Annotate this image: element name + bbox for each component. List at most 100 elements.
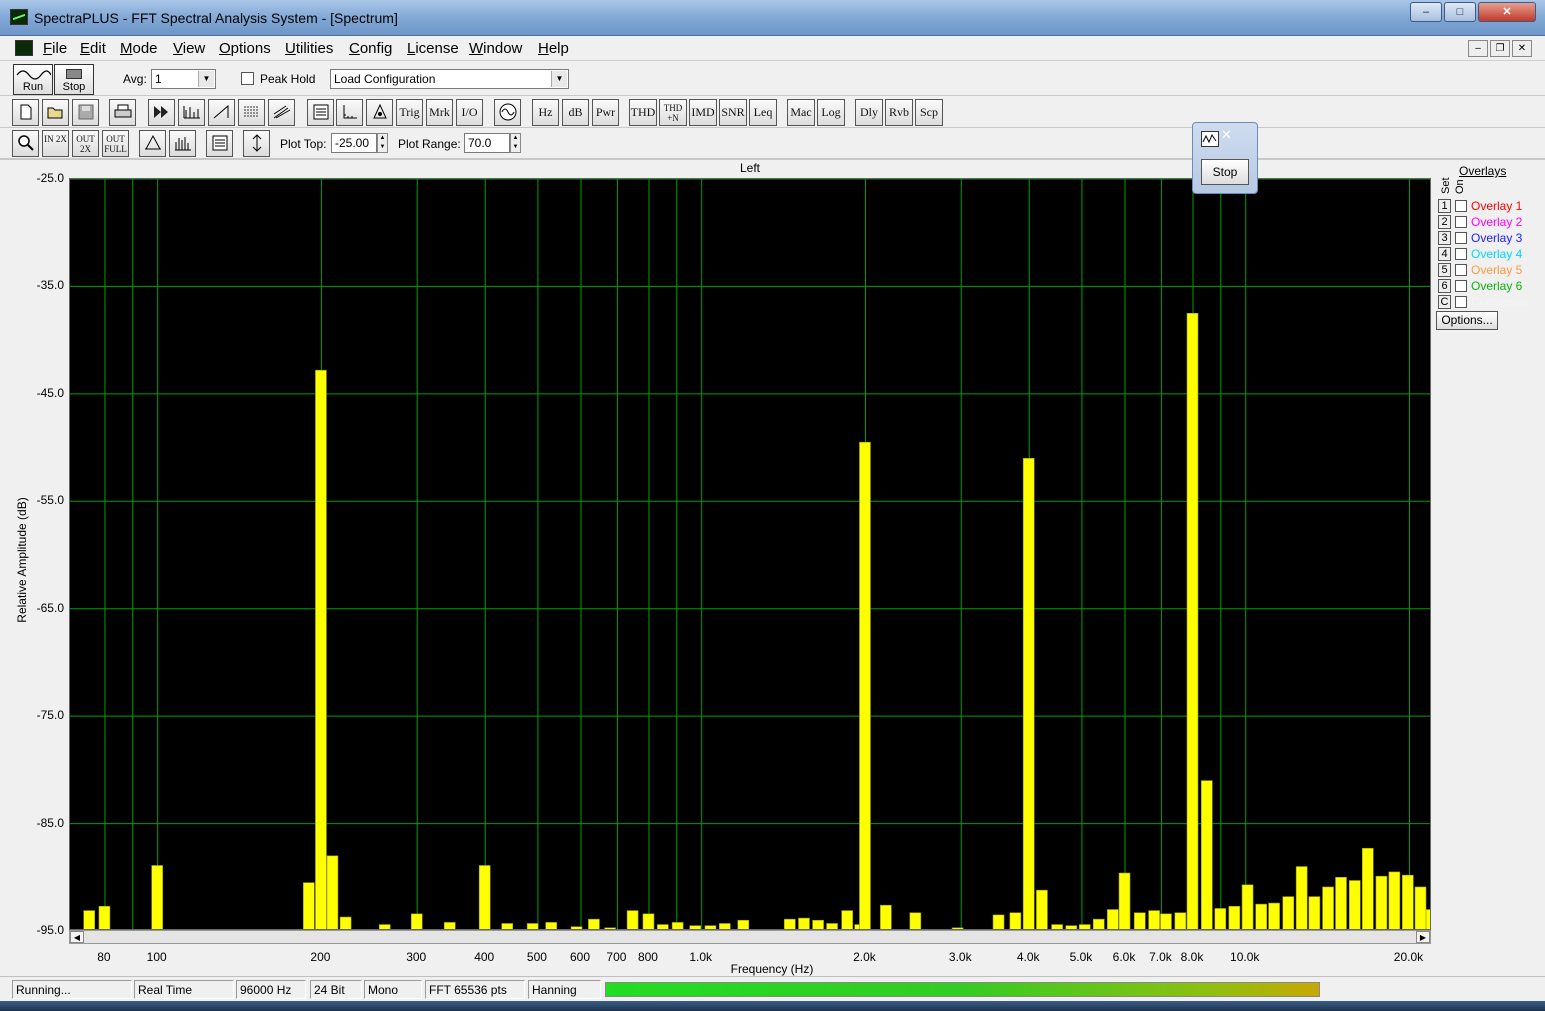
menu-help[interactable]: Help xyxy=(538,40,569,57)
menu-config[interactable]: Config xyxy=(349,40,392,57)
menu-mode[interactable]: Mode xyxy=(120,40,158,57)
overlay-on-checkbox[interactable] xyxy=(1455,280,1467,292)
overlays-title[interactable]: Overlays xyxy=(1459,164,1506,178)
minimize-button[interactable]: – xyxy=(1410,2,1442,22)
app-icon[interactable] xyxy=(10,9,28,25)
plot-range-input[interactable]: 70.0 xyxy=(464,133,510,153)
mini-stop-button[interactable]: Stop xyxy=(1201,159,1249,185)
peak-view-button[interactable] xyxy=(139,130,166,157)
hz-button[interactable]: Hz xyxy=(532,99,559,126)
overlay-set-button[interactable]: 6 xyxy=(1438,279,1451,293)
print-button[interactable] xyxy=(109,99,136,126)
avg-select[interactable]: 1 ▼ xyxy=(151,69,216,89)
macro-button[interactable]: Mac xyxy=(787,99,815,126)
settings-button[interactable] xyxy=(307,99,334,126)
vertical-scale-button[interactable] xyxy=(243,130,270,157)
leq-button[interactable]: Leq xyxy=(749,99,777,126)
horizontal-scrollbar[interactable]: ◀ ▶ xyxy=(69,930,1431,944)
spectrum-bar xyxy=(909,912,922,929)
3d-surface-button[interactable] xyxy=(268,99,295,126)
peak-hold-checkbox[interactable] xyxy=(241,72,254,85)
snr-button[interactable]: SNR xyxy=(719,99,747,126)
new-document-button[interactable] xyxy=(12,99,39,126)
menu-license[interactable]: License xyxy=(407,40,459,57)
zoom-out-full-button[interactable]: OUT FULL xyxy=(102,130,129,157)
overlay-on-checkbox[interactable] xyxy=(1455,216,1467,228)
menu-window[interactable]: Window xyxy=(469,40,522,57)
overlay-on-checkbox[interactable] xyxy=(1455,248,1467,260)
plot-top-spinner[interactable]: ▲ ▼ xyxy=(377,133,388,153)
close-button[interactable]: ✕ xyxy=(1478,2,1536,22)
menu-view[interactable]: View xyxy=(173,40,205,57)
spectrum-mode-button[interactable] xyxy=(178,99,205,126)
spectrum-bar xyxy=(1308,896,1321,929)
spectrum-plot[interactable] xyxy=(69,178,1431,930)
menu-options[interactable]: Options xyxy=(219,40,271,57)
mini-close-icon[interactable]: ✕ xyxy=(1221,127,1232,143)
calibration-icon xyxy=(372,103,387,119)
scope-button[interactable]: Scp xyxy=(915,99,943,126)
bar-view-button[interactable] xyxy=(169,130,196,157)
scaling-button[interactable] xyxy=(336,99,363,126)
menu-utilities[interactable]: Utilities xyxy=(285,40,333,57)
zoom-in-2x-button[interactable]: IN 2X xyxy=(42,130,69,157)
mdi-restore-button[interactable]: ❐ xyxy=(1490,40,1510,57)
calibration-button[interactable] xyxy=(366,99,393,126)
thd-n-button[interactable]: THD +N xyxy=(659,99,687,126)
y-tick-label: -25.0 xyxy=(36,171,64,185)
overlay-set-button[interactable]: 2 xyxy=(1438,215,1451,229)
overlay-set-button[interactable]: 1 xyxy=(1438,199,1451,213)
stop-button[interactable]: Stop xyxy=(54,64,94,95)
overlay-set-button[interactable]: C xyxy=(1438,295,1451,309)
menu-edit[interactable]: Edit xyxy=(80,40,106,57)
new-file-icon xyxy=(20,104,31,120)
maximize-button[interactable]: □ xyxy=(1444,2,1476,22)
time-series-button[interactable] xyxy=(208,99,235,126)
scroll-right-icon[interactable]: ▶ xyxy=(1416,931,1430,943)
plot-range-spinner[interactable]: ▲ ▼ xyxy=(510,133,521,153)
save-button[interactable] xyxy=(72,99,99,126)
spectrogram-button[interactable] xyxy=(238,99,265,126)
chevron-down-icon[interactable]: ▼ xyxy=(198,71,214,87)
overlay-on-checkbox[interactable] xyxy=(1455,200,1467,212)
scroll-left-icon[interactable]: ◀ xyxy=(70,931,84,943)
open-button[interactable] xyxy=(42,99,69,126)
spectrum-bar xyxy=(1118,872,1131,929)
configuration-select[interactable]: Load Configuration ▼ xyxy=(330,69,569,89)
overlay-on-checkbox[interactable] xyxy=(1455,296,1467,308)
io-button[interactable]: I/O xyxy=(456,99,483,126)
zoom-out-2x-button[interactable]: OUT 2X xyxy=(72,130,99,157)
trigger-button[interactable]: Trig xyxy=(396,99,423,126)
marker-button[interactable]: Mrk xyxy=(426,99,453,126)
overlay-set-button[interactable]: 4 xyxy=(1438,247,1451,261)
mdi-close-button[interactable]: ✕ xyxy=(1512,40,1532,57)
thd-button[interactable]: THD xyxy=(629,99,657,126)
imd-button[interactable]: IMD xyxy=(689,99,717,126)
spectrum-bar xyxy=(1228,905,1241,929)
reverb-button[interactable]: Rvb xyxy=(885,99,913,126)
mdi-minimize-button[interactable]: – xyxy=(1468,40,1488,57)
spectrum-bar xyxy=(303,882,315,929)
menu-file[interactable]: File xyxy=(43,40,67,57)
overlay-set-button[interactable]: 5 xyxy=(1438,263,1451,277)
overlay-options-button[interactable]: Options... xyxy=(1436,311,1498,330)
overlays-panel: Overlays Set On 1 Overlay 1 2 Overlay 2 3 Ove… xyxy=(1434,162,1534,332)
x-tick-label: 500 xyxy=(526,950,547,964)
chevron-down-icon[interactable]: ▼ xyxy=(551,71,567,87)
document-icon[interactable] xyxy=(15,40,33,56)
fast-forward-button[interactable] xyxy=(148,99,175,126)
power-button[interactable]: Pwr xyxy=(592,99,619,126)
overlay-set-button[interactable]: 3 xyxy=(1438,231,1451,245)
overlay-on-checkbox[interactable] xyxy=(1455,232,1467,244)
spectrum-bar xyxy=(1375,875,1388,929)
overlay-on-checkbox[interactable] xyxy=(1455,264,1467,276)
mini-control-window[interactable]: ✕ Stop xyxy=(1192,122,1258,194)
delay-button[interactable]: Dly xyxy=(855,99,883,126)
plot-settings-button[interactable] xyxy=(206,130,233,157)
zoom-button[interactable] xyxy=(12,130,39,157)
run-button[interactable]: Run xyxy=(13,64,53,95)
db-button[interactable]: dB xyxy=(562,99,589,126)
log-button[interactable]: Log xyxy=(817,99,845,126)
signal-generator-button[interactable] xyxy=(494,99,521,126)
plot-top-input[interactable]: -25.00 xyxy=(331,133,377,153)
